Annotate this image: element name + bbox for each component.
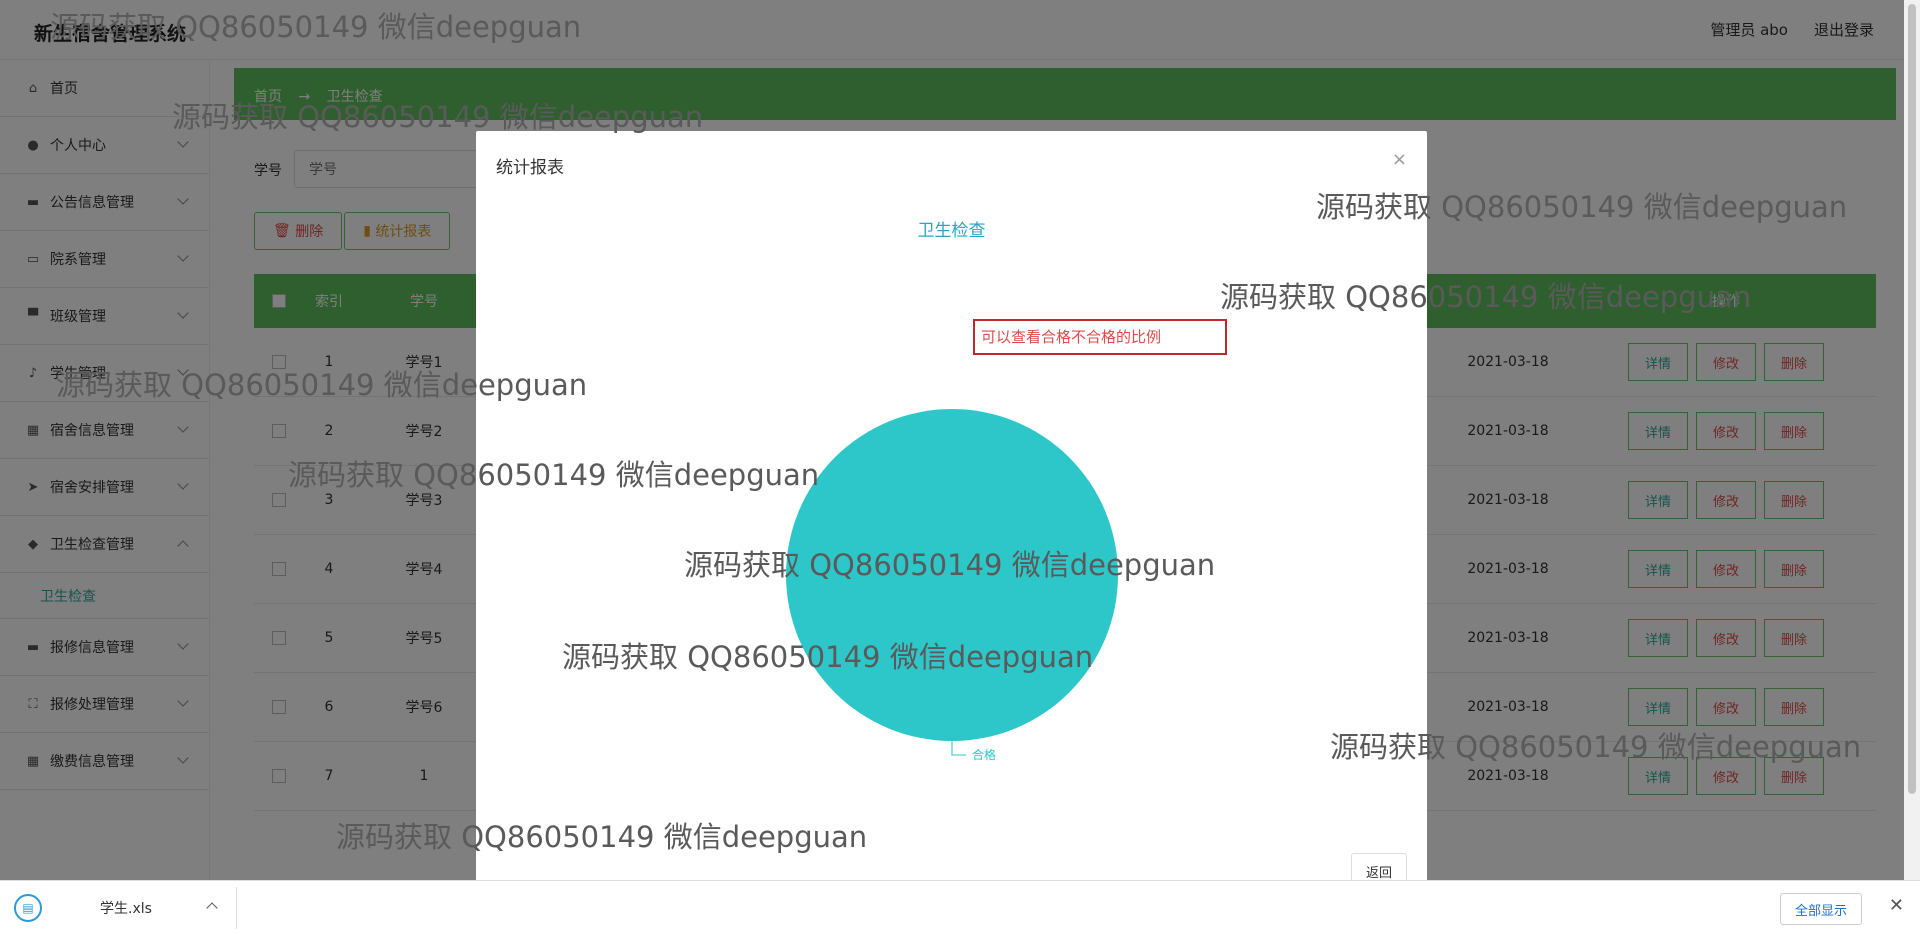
close-icon[interactable]: ✕ [1889, 895, 1904, 916]
slice-label: 合格 [972, 747, 996, 762]
vertical-scrollbar[interactable] [1904, 0, 1920, 880]
report-modal: 统计报表 × 卫生检查 合格 可以查看合格不合格的比例 返回 [476, 131, 1427, 891]
watermark-text: 源码获取 QQ86050149 微信deepguan [288, 458, 820, 492]
slice-label-line [951, 741, 966, 756]
watermark-text: 源码获取 QQ86050149 微信deepguan [172, 100, 704, 134]
file-icon: ▤ [14, 894, 42, 922]
pie-chart: 合格 [786, 409, 1118, 762]
watermark-text: 源码获取 QQ86050149 微信deepguan [1330, 730, 1862, 764]
watermark-text: 源码获取 QQ86050149 微信deepguan [50, 10, 582, 44]
watermark-text: 源码获取 QQ86050149 微信deepguan [336, 820, 868, 854]
annotation-note: 可以查看合格不合格的比例 [973, 319, 1227, 355]
watermark-text: 源码获取 QQ86050149 微信deepguan [56, 368, 588, 402]
watermark-text: 源码获取 QQ86050149 微信deepguan [1316, 190, 1848, 224]
watermark-text: 源码获取 QQ86050149 微信deepguan [1220, 280, 1752, 314]
download-file-name: 学生.xls [100, 901, 152, 917]
scrollbar-thumb[interactable] [1908, 4, 1916, 794]
watermark-text: 源码获取 QQ86050149 微信deepguan [684, 548, 1216, 582]
download-item[interactable]: ▤ 学生.xls [14, 894, 234, 922]
watermark-text: 源码获取 QQ86050149 微信deepguan [562, 640, 1094, 674]
show-all-button[interactable]: 全部显示 [1779, 893, 1862, 925]
download-bar: ▤ 学生.xls 全部显示 ✕ [0, 880, 1920, 934]
